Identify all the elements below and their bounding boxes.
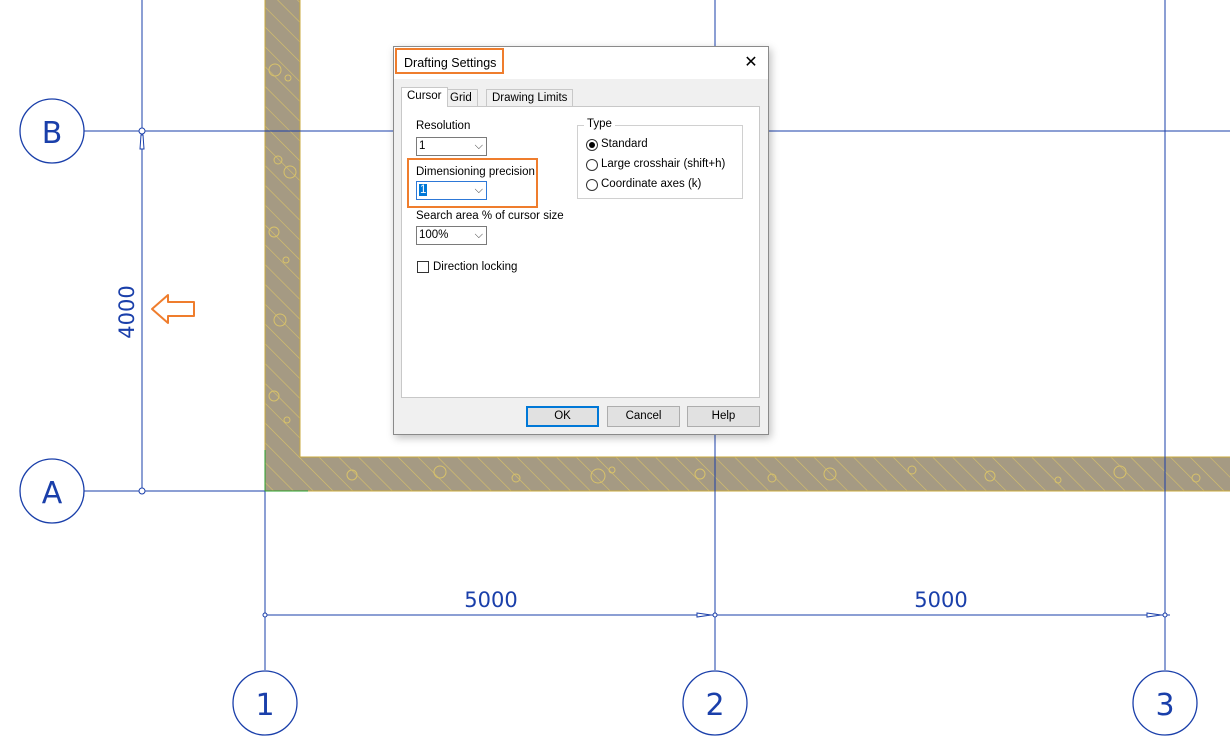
resolution-label: Resolution <box>416 120 471 132</box>
close-icon[interactable]: ✕ <box>738 51 764 75</box>
dimensioning-precision-label: Dimensioning precision <box>416 166 535 178</box>
tab-cursor[interactable]: Cursor <box>401 87 448 107</box>
cancel-button[interactable]: Cancel <box>607 406 680 427</box>
grid-bubble-3[interactable]: 3 <box>1132 670 1198 736</box>
grid-label-a: A <box>42 476 63 511</box>
grid-bubble-b[interactable]: B <box>19 98 85 164</box>
grid-label-2: 2 <box>705 688 724 723</box>
dimensioning-precision-value: 1 <box>419 184 428 196</box>
chevron-down-icon: ⌵ <box>474 140 483 152</box>
ok-button[interactable]: OK <box>526 406 599 427</box>
dialog-title: Drafting Settings <box>404 56 497 70</box>
drafting-settings-dialog: Drafting Settings ✕ Cursor Grid Drawing … <box>393 46 769 435</box>
grid-label-3: 3 <box>1155 688 1174 723</box>
dim-horizontal-5000-first: 5000 <box>464 588 517 612</box>
search-area-select[interactable]: 100% ⌵ <box>416 226 487 245</box>
resolution-select[interactable]: 1 ⌵ <box>416 137 487 156</box>
dim-horizontal-5000-second: 5000 <box>914 588 967 612</box>
type-group-title: Type <box>584 118 615 130</box>
resolution-value: 1 <box>419 140 426 152</box>
search-area-value: 100% <box>419 229 449 241</box>
radio-large-crosshair[interactable] <box>586 159 598 171</box>
tab-grid[interactable]: Grid <box>444 89 478 106</box>
grid-bubble-1[interactable]: 1 <box>232 670 298 736</box>
tab-drawing-limits[interactable]: Drawing Limits <box>486 89 574 106</box>
grid-label-1: 1 <box>255 688 274 723</box>
grid-label-b: B <box>42 116 63 151</box>
radio-coordinate-axes[interactable] <box>586 179 598 191</box>
dim-vertical-4000: 4000 <box>115 285 139 338</box>
direction-locking-checkbox[interactable] <box>417 261 429 273</box>
grid-bubble-a[interactable]: A <box>19 458 85 524</box>
radio-coordinate-axes-label[interactable]: Coordinate axes (k) <box>601 178 701 190</box>
chevron-down-icon: ⌵ <box>474 229 483 241</box>
search-area-label: Search area % of cursor size <box>416 210 564 222</box>
dimensioning-precision-select[interactable]: 1 ⌵ <box>416 181 487 200</box>
help-button[interactable]: Help <box>687 406 760 427</box>
annotation-arrow-icon <box>151 294 195 324</box>
dialog-titlebar[interactable]: Drafting Settings ✕ <box>394 47 768 79</box>
chevron-down-icon: ⌵ <box>474 184 483 196</box>
radio-large-crosshair-label[interactable]: Large crosshair (shift+h) <box>601 158 725 170</box>
type-groupbox: Type Standard Large crosshair (shift+h) … <box>577 118 743 199</box>
radio-standard-label[interactable]: Standard <box>601 138 648 150</box>
grid-bubble-2[interactable]: 2 <box>682 670 748 736</box>
radio-standard[interactable] <box>586 139 598 151</box>
cursor-tab-panel: Resolution 1 ⌵ Dimensioning precision 1 … <box>401 106 760 398</box>
direction-locking-label[interactable]: Direction locking <box>433 261 517 273</box>
